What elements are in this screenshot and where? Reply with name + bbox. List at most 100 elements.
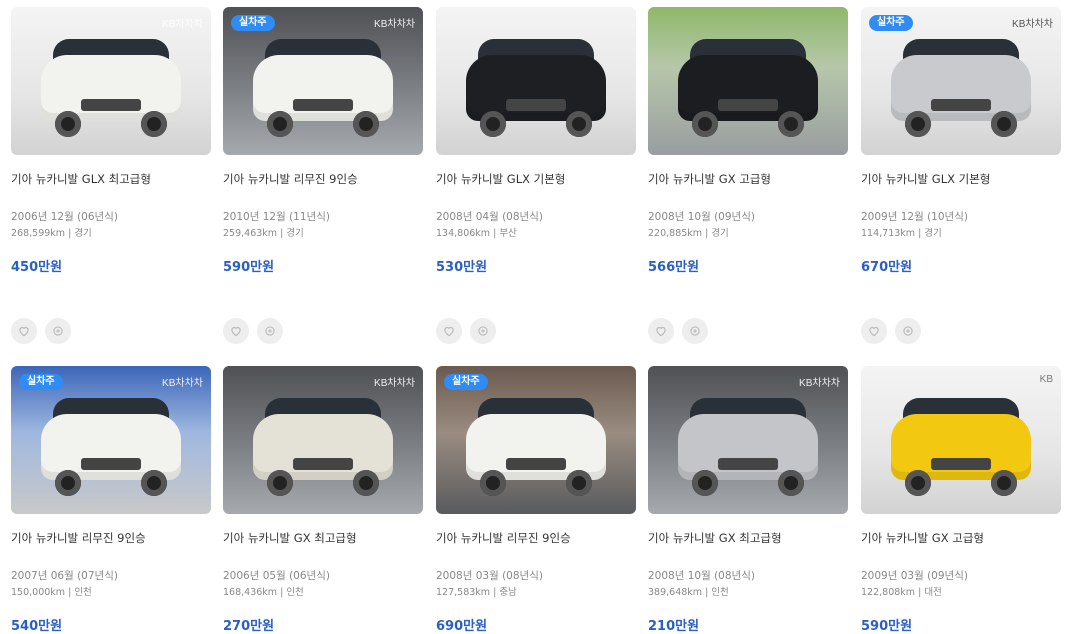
car-photo[interactable]	[436, 7, 636, 155]
car-photo[interactable]: 실차주 KB차차차	[11, 366, 211, 514]
listing-title[interactable]: 기아 뉴카니발 GLX 기본형	[436, 171, 636, 187]
listing-price: 590만원	[861, 619, 913, 634]
listing-mileage-region: 114,713km | 경기	[861, 225, 1061, 239]
listing-title[interactable]: 기아 뉴카니발 GX 고급형	[861, 530, 1061, 546]
car-photo[interactable]: 실차주 KB차차차	[223, 7, 423, 155]
listing-card[interactable]: 실차주 KB차차차 기아 뉴카니발 리무진 9인승 2007년 06월 (07년…	[11, 366, 211, 634]
favorite-button[interactable]	[648, 318, 674, 344]
listing-mileage-region: 127,583km | 충남	[436, 584, 636, 598]
listing-title[interactable]: 기아 뉴카니발 GX 최고급형	[223, 530, 423, 546]
car-photo[interactable]: KB차차차	[223, 366, 423, 514]
listing-region: 부산	[499, 228, 517, 239]
listing-mileage: 168,436km	[223, 587, 278, 598]
compare-button[interactable]	[45, 318, 71, 344]
listing-region: 경기	[74, 228, 92, 239]
owner-badge: 실차주	[444, 374, 488, 390]
favorite-button[interactable]	[11, 318, 37, 344]
listing-price: 590만원	[223, 260, 275, 275]
listing-year: 2010년 12월 (11년식)	[223, 211, 330, 223]
favorite-button[interactable]	[861, 318, 887, 344]
listing-mileage: 268,599km	[11, 228, 66, 239]
listing-card[interactable]: 실차주 기아 뉴카니발 리무진 9인승 2008년 03월 (08년식) 127…	[436, 366, 636, 634]
compare-button[interactable]	[682, 318, 708, 344]
listing-region: 인천	[286, 587, 304, 598]
listing-region: 대전	[924, 587, 942, 598]
listing-region: 인천	[74, 587, 92, 598]
owner-badge: 실차주	[231, 15, 275, 31]
heart-icon	[869, 326, 879, 337]
separator: |	[493, 228, 497, 239]
listing-region: 충남	[499, 587, 517, 598]
listing-price: 450만원	[11, 260, 63, 275]
listing-card[interactable]: KB차차차 기아 뉴카니발 GX 최고급형 2006년 05월 (06년식) 1…	[223, 366, 423, 634]
separator: |	[68, 228, 72, 239]
card-actions	[436, 318, 496, 344]
listing-mileage-region: 220,885km | 경기	[648, 225, 848, 239]
listing-price: 690만원	[436, 619, 488, 634]
favorite-button[interactable]	[436, 318, 462, 344]
listing-year: 2008년 10월 (09년식)	[648, 211, 755, 223]
heart-icon	[231, 326, 241, 337]
listing-year: 2007년 06월 (07년식)	[11, 570, 118, 582]
compare-icon	[478, 326, 488, 336]
listing-mileage: 150,000km	[11, 587, 66, 598]
compare-button[interactable]	[257, 318, 283, 344]
photo-watermark: KB차차차	[162, 378, 203, 389]
separator: |	[705, 228, 709, 239]
compare-button[interactable]	[470, 318, 496, 344]
listing-card[interactable]: 기아 뉴카니발 GLX 기본형 2008년 04월 (08년식) 134,806…	[436, 7, 636, 275]
photo-watermark: KB차차차	[374, 378, 415, 389]
listing-year: 2008년 04월 (08년식)	[436, 211, 543, 223]
card-actions	[11, 318, 71, 344]
separator: |	[68, 587, 72, 598]
listing-price: 540만원	[11, 619, 63, 634]
car-photo[interactable]: KB	[861, 366, 1061, 514]
listing-mileage: 114,713km	[861, 228, 916, 239]
listing-price: 530만원	[436, 260, 488, 275]
listing-price: 670만원	[861, 260, 913, 275]
card-actions	[648, 318, 708, 344]
separator: |	[280, 228, 284, 239]
listing-title[interactable]: 기아 뉴카니발 GLX 최고급형	[11, 171, 211, 187]
listing-title[interactable]: 기아 뉴카니발 리무진 9인승	[436, 530, 636, 546]
card-actions	[861, 318, 921, 344]
listing-mileage: 259,463km	[223, 228, 278, 239]
listing-year: 2008년 10월 (08년식)	[648, 570, 755, 582]
listing-card[interactable]: KB 기아 뉴카니발 GX 고급형 2009년 03월 (09년식) 122,8…	[861, 366, 1061, 634]
listing-year: 2009년 03월 (09년식)	[861, 570, 968, 582]
car-photo[interactable]: KB차차차	[648, 366, 848, 514]
separator: |	[918, 587, 922, 598]
listing-title[interactable]: 기아 뉴카니발 GLX 기본형	[861, 171, 1061, 187]
listing-mileage-region: 268,599km | 경기	[11, 225, 211, 239]
listing-mileage: 127,583km	[436, 587, 491, 598]
listing-year: 2006년 05월 (06년식)	[223, 570, 330, 582]
listing-card[interactable]: 실차주 KB차차차 기아 뉴카니발 GLX 기본형 2009년 12월 (10년…	[861, 7, 1061, 275]
car-photo[interactable]	[648, 7, 848, 155]
listing-card[interactable]: KB차차차 기아 뉴카니발 GLX 최고급형 2006년 12월 (06년식) …	[11, 7, 211, 275]
separator: |	[280, 587, 284, 598]
listing-mileage: 389,648km	[648, 587, 703, 598]
compare-icon	[53, 326, 63, 336]
heart-icon	[444, 326, 454, 337]
favorite-button[interactable]	[223, 318, 249, 344]
listing-card[interactable]: 기아 뉴카니발 GX 고급형 2008년 10월 (09년식) 220,885k…	[648, 7, 848, 275]
car-photo[interactable]: 실차주	[436, 366, 636, 514]
listing-title[interactable]: 기아 뉴카니발 GX 고급형	[648, 171, 848, 187]
listing-price: 566만원	[648, 260, 700, 275]
compare-icon	[690, 326, 700, 336]
listing-title[interactable]: 기아 뉴카니발 리무진 9인승	[11, 530, 211, 546]
listing-card[interactable]: 실차주 KB차차차 기아 뉴카니발 리무진 9인승 2010년 12월 (11년…	[223, 7, 423, 275]
listing-title[interactable]: 기아 뉴카니발 리무진 9인승	[223, 171, 423, 187]
compare-icon	[265, 326, 275, 336]
listing-mileage: 220,885km	[648, 228, 703, 239]
listing-title[interactable]: 기아 뉴카니발 GX 최고급형	[648, 530, 848, 546]
separator: |	[918, 228, 922, 239]
car-photo[interactable]: 실차주 KB차차차	[861, 7, 1061, 155]
listing-mileage-region: 389,648km | 인천	[648, 584, 848, 598]
listing-card[interactable]: KB차차차 기아 뉴카니발 GX 최고급형 2008년 10월 (08년식) 3…	[648, 366, 848, 634]
listing-mileage-region: 150,000km | 인천	[11, 584, 211, 598]
compare-button[interactable]	[895, 318, 921, 344]
car-photo[interactable]: KB차차차	[11, 7, 211, 155]
owner-badge: 실차주	[19, 374, 63, 390]
listing-year: 2006년 12월 (06년식)	[11, 211, 118, 223]
